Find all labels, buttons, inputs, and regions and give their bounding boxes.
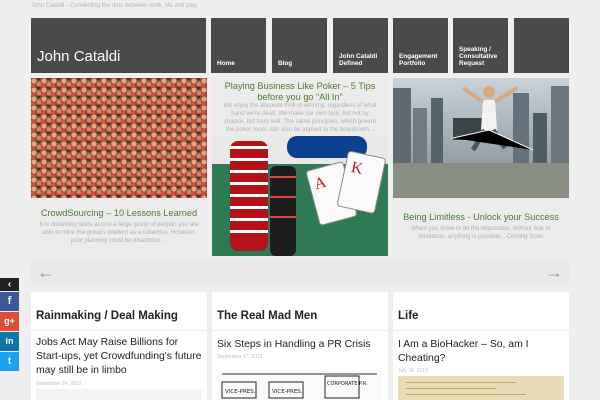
column-mad-men: The Real Mad Men Six Steps in Handling a…	[212, 292, 388, 400]
nav-portfolio[interactable]: Engagement Portfolio	[393, 18, 448, 73]
divider	[393, 330, 569, 331]
card-title[interactable]: Playing Business Like Poker – 5 Tips bef…	[212, 81, 388, 103]
post-title[interactable]: Six Steps in Handling a PR Crisis	[217, 338, 383, 352]
prev-arrow-icon[interactable]: ←	[37, 262, 55, 282]
nav-extra[interactable]	[514, 18, 569, 73]
org-chart-sketch-image[interactable]: VICE-PRES. VICE-PRES. CORPORATE P.R.	[217, 370, 383, 400]
card-title[interactable]: Being Limitless - Unlock your Success	[393, 212, 569, 222]
nav-home-label[interactable]: Home	[217, 60, 235, 67]
post-title[interactable]: I Am a BioHacker – So, am I Cheating?	[398, 338, 564, 366]
post-date: September 17, 2013	[217, 354, 263, 360]
column-heading[interactable]: Life	[398, 310, 418, 322]
crowd-image[interactable]	[31, 78, 207, 198]
nav-portfolio-label[interactable]: Engagement Portfolio	[399, 53, 445, 67]
post-thumbnail[interactable]	[36, 389, 202, 400]
column-heading[interactable]: Rainmaking / Deal Making	[36, 310, 178, 322]
divider	[212, 330, 388, 331]
column-heading[interactable]: The Real Mad Men	[217, 310, 317, 322]
nav-defined-label[interactable]: John Cataldi Defined	[339, 53, 385, 67]
card-title[interactable]: CrowdSourcing – 10 Lessons Learned	[31, 208, 207, 218]
slider-nav: ← →	[31, 260, 569, 284]
post-date: July 24, 2013	[398, 368, 428, 374]
card-excerpt: We enjoy the absolute thrill of winning;…	[223, 103, 377, 133]
poker-image[interactable]: A K	[212, 136, 388, 256]
site-tagline: John Cataldi - Connecting the dots betwe…	[31, 3, 198, 9]
sketch-label: VICE-PRES.	[272, 389, 303, 395]
city-jump-image[interactable]	[393, 78, 569, 198]
featured-card-limitless[interactable]: Being Limitless - Unlock your Success Wh…	[393, 78, 569, 256]
nav-speaking-label[interactable]: Speaking / Consultative Request	[459, 46, 509, 67]
post-date: September 24, 2013	[36, 381, 82, 387]
nav-speaking[interactable]: Speaking / Consultative Request	[453, 18, 508, 73]
nav-home[interactable]: Home	[211, 18, 266, 73]
sketch-label: CORPORATE P.R.	[327, 381, 368, 387]
post-title[interactable]: Jobs Act May Raise Billions for Start-up…	[36, 336, 202, 378]
nav-defined[interactable]: John Cataldi Defined	[333, 18, 388, 73]
card-excerpt: It is disturbing tasks across a large gr…	[39, 222, 199, 244]
post-thumbnail[interactable]	[398, 376, 564, 400]
linkedin-icon[interactable]: in	[0, 332, 19, 351]
facebook-icon[interactable]: f	[0, 292, 19, 311]
google-plus-icon[interactable]: g+	[0, 312, 19, 331]
column-rainmaking: Rainmaking / Deal Making Jobs Act May Ra…	[31, 292, 207, 400]
divider	[31, 330, 207, 331]
card-excerpt: When you strive to do the impossible, wi…	[411, 226, 551, 240]
twitter-icon[interactable]: t	[0, 352, 19, 371]
sketch-label: VICE-PRES.	[225, 389, 256, 395]
nav-blog-label[interactable]: Blog	[278, 60, 292, 67]
site-title-text[interactable]: John Cataldi	[37, 48, 120, 65]
share-toggle-icon[interactable]: ‹	[0, 278, 19, 291]
site-title[interactable]: John Cataldi	[31, 18, 206, 73]
column-life: Life I Am a BioHacker – So, am I Cheatin…	[393, 292, 569, 400]
featured-card-crowdsourcing[interactable]: CrowdSourcing – 10 Lessons Learned It is…	[31, 78, 207, 256]
next-arrow-icon[interactable]: →	[545, 262, 563, 282]
featured-card-poker[interactable]: Playing Business Like Poker – 5 Tips bef…	[212, 78, 388, 256]
nav-blog[interactable]: Blog	[272, 18, 327, 73]
